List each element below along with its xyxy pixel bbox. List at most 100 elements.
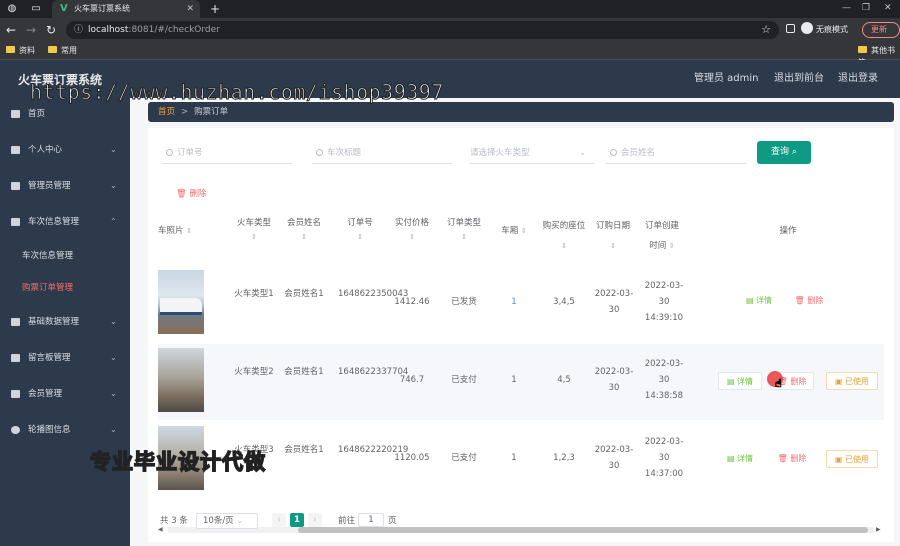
detail-icon: ▤ — [745, 296, 754, 305]
header-label: 车厢 — [501, 226, 519, 236]
col-header-order-no[interactable]: 订单号 ⇕ — [338, 216, 382, 264]
delete-label: 删除 — [790, 377, 807, 386]
forward-icon[interactable]: → — [26, 23, 36, 37]
col-header-photo[interactable]: 车照片 ⇕ — [152, 224, 198, 272]
sidebar-item-trains[interactable]: 车次信息管理 ⌃ — [0, 212, 130, 232]
sidebar-item-label: 轮播图信息 — [28, 425, 71, 435]
back-to-front-link[interactable]: 退出到前台 — [774, 72, 824, 86]
url-host: localhost — [88, 25, 129, 35]
batch-delete-button[interactable]: 🗑 删除 — [176, 188, 207, 200]
pagination: 共 3 条 10条/页 ⌄ ‹ 1 › 前往 1 页 — [160, 512, 900, 530]
sort-icon[interactable]: ⇕ — [461, 230, 467, 244]
sidebar-item-label: 会员管理 — [28, 389, 63, 399]
tab-close-icon[interactable]: ✕ — [186, 3, 194, 15]
logout-link[interactable]: 退出登录 — [838, 72, 878, 86]
cell-order-no: 1648622350043 — [338, 289, 409, 299]
sidebar-sub-train-info[interactable]: 车次信息管理 — [22, 248, 73, 264]
url-path: :8081/#/checkOrder — [128, 25, 220, 35]
sidebar-item-messages[interactable]: 留言板管理 ⌄ — [0, 348, 130, 368]
col-header-member[interactable]: 会员姓名 ⇕ — [282, 216, 326, 264]
restore-icon[interactable]: ❐ — [862, 2, 870, 14]
browser-tab[interactable]: V 火车票订票系统 ✕ — [52, 0, 200, 18]
sort-icon[interactable]: ⇕ — [301, 230, 307, 244]
cell-order-type: 已发货 — [451, 297, 477, 307]
back-icon[interactable]: ← — [6, 23, 16, 37]
sidepanel-icon[interactable] — [786, 24, 795, 33]
tab-search-icon[interactable]: ▭ — [30, 3, 42, 15]
col-header-created[interactable]: 订单创建时间 ⇕ — [642, 216, 682, 264]
query-button[interactable]: 查询 ⌕ — [757, 141, 811, 164]
new-tab-icon[interactable]: + — [210, 2, 220, 16]
table-row[interactable]: 火车类型2 会员姓名1 1648622337704 746.7 已支付 1 4,… — [158, 344, 884, 420]
minimize-icon[interactable]: — — [842, 2, 851, 14]
cell-member: 会员姓名1 — [284, 367, 324, 377]
reload-icon[interactable]: ↻ — [46, 23, 56, 37]
col-header-price[interactable]: 实付价格 ⇕ — [390, 216, 434, 264]
bookmark-star-icon[interactable]: ☆ — [761, 23, 771, 37]
train-photo — [158, 270, 204, 334]
info-icon[interactable]: ⓘ — [74, 24, 83, 36]
cell-price: 746.7 — [399, 375, 425, 385]
sort-icon[interactable]: ⇕ — [251, 230, 257, 244]
cell-date: 2022-03-30 — [594, 367, 634, 393]
header-label: 火车类型 — [236, 218, 271, 228]
sidebar-sub-ticket-orders[interactable]: 购票订单管理 — [22, 280, 73, 296]
sort-icon[interactable]: ⇕ — [357, 230, 363, 244]
cell-train-type: 火车类型2 — [234, 367, 274, 377]
incognito-icon — [801, 22, 813, 34]
train-type-select[interactable]: 请选择火车类型 ⌄ — [470, 142, 594, 164]
sidebar-item-members[interactable]: 会员管理 ⌄ — [0, 384, 130, 404]
col-header-date[interactable]: 订购日期 ⇕ — [592, 216, 634, 264]
cell-train-type: 火车类型1 — [234, 289, 274, 299]
detail-button[interactable]: ▤ 详情 — [718, 450, 762, 468]
sort-icon[interactable]: ⇕ — [669, 236, 675, 256]
sort-icon[interactable]: ⇕ — [610, 236, 616, 256]
page-number-current[interactable]: 1 — [290, 513, 304, 527]
bookmark-folder-changyong[interactable]: 常用 — [48, 45, 77, 57]
col-header-seats[interactable]: 购买的座位 ⇕ — [542, 216, 586, 264]
member-name-input[interactable]: 会员姓名 — [606, 142, 746, 164]
page-size-select[interactable]: 10条/页 ⌄ — [196, 513, 258, 529]
page-size-value: 10条/页 — [203, 516, 234, 526]
sidebar-item-home[interactable]: 首页 — [0, 104, 130, 124]
chevron-down-icon: ⌄ — [110, 317, 117, 326]
used-button[interactable]: ▣ 已使用 — [826, 372, 878, 390]
trash-icon: 🗑 — [176, 189, 187, 199]
delete-button[interactable]: 🗑 删除 — [790, 292, 828, 310]
order-no-input[interactable]: 订单号 — [162, 142, 292, 164]
close-window-icon[interactable]: ✕ — [884, 2, 892, 14]
update-button[interactable]: 更新 — [862, 22, 900, 38]
used-button[interactable]: ▣ 已使用 — [826, 450, 878, 468]
sort-icon[interactable]: ⇕ — [521, 224, 527, 238]
browser-menu-icon[interactable]: ◍ — [6, 3, 18, 15]
detail-button[interactable]: ▤ 详情 — [718, 372, 762, 390]
sidebar-item-admins[interactable]: 管理员管理 ⌄ — [0, 176, 130, 196]
incognito-indicator[interactable]: 无痕模式 — [786, 22, 848, 38]
sort-icon[interactable]: ⇕ — [409, 230, 415, 244]
cell-car: 1 — [511, 453, 517, 463]
detail-button[interactable]: ▤ 详情 — [740, 292, 778, 310]
prev-page-button[interactable]: ‹ — [272, 513, 286, 527]
col-header-car[interactable]: 车厢 ⇕ — [492, 224, 536, 272]
sidebar-item-profile[interactable]: 个人中心 ⌄ — [0, 140, 130, 160]
sort-icon[interactable]: ⇕ — [561, 236, 567, 256]
cell-date: 2022-03-30 — [594, 445, 634, 471]
train-name-input[interactable]: 车次标题 — [312, 142, 452, 164]
breadcrumb-home[interactable]: 首页 — [158, 107, 175, 117]
sidebar-item-base-data[interactable]: 基础数据管理 ⌄ — [0, 312, 130, 332]
sidebar-item-carousel[interactable]: 轮播图信息 ⌄ — [0, 420, 130, 440]
detail-label: 详情 — [737, 377, 754, 386]
sort-icon[interactable]: ⇕ — [186, 224, 192, 238]
chevron-down-icon: ⌄ — [110, 425, 117, 434]
next-page-button[interactable]: › — [308, 513, 322, 527]
delete-button[interactable]: 🗑 删除 — [770, 450, 814, 468]
goto-page-input[interactable]: 1 — [358, 513, 384, 527]
bookmark-folder-ziliao[interactable]: 资料 — [6, 45, 35, 57]
table-row[interactable]: 火车类型1 会员姓名1 1648622350043 1412.46 已发货 1 … — [158, 266, 884, 342]
col-header-order-type[interactable]: 订单类型 ⇕ — [442, 216, 486, 264]
table-row[interactable]: 火车类型3 会员姓名1 1648622220219 1120.05 已支付 1 … — [158, 422, 884, 498]
col-header-train-type[interactable]: 火车类型 ⇕ — [232, 216, 276, 264]
bookmark-label: 资料 — [19, 46, 35, 55]
address-bar[interactable]: ⓘ localhost:8081/#/checkOrder ☆ — [66, 21, 779, 39]
cell-order-type: 已支付 — [451, 375, 477, 385]
